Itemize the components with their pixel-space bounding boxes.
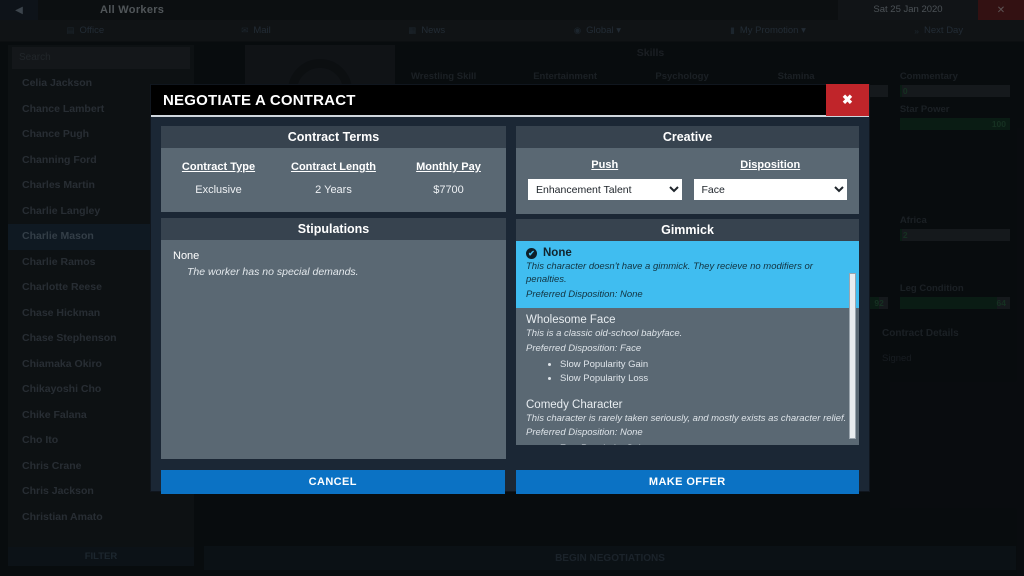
dialog-body: Contract Terms Contract Type Exclusive C… (151, 117, 869, 459)
negotiate-contract-dialog: NEGOTIATE A CONTRACT ✖ Contract Terms Co… (151, 85, 869, 491)
gimmick-scrollbar[interactable] (849, 273, 856, 439)
gimmick-effects: Fast Popularity Gain Capped Popularity N… (560, 442, 849, 445)
gimmick-option-comedy-character[interactable]: Comedy Character This character is rarel… (516, 393, 859, 445)
gimmick-header: Gimmick (516, 219, 859, 241)
disposition-select[interactable]: Face (694, 179, 848, 200)
contract-terms-header: Contract Terms (161, 126, 506, 148)
gimmick-description: This character is rarely taken seriously… (526, 413, 849, 426)
effect-item: Slow Popularity Gain (560, 358, 849, 372)
make-offer-button[interactable]: MAKE OFFER (516, 470, 860, 494)
creative-column: Creative Push Enhancement Talent Disposi… (516, 126, 859, 459)
push-select[interactable]: Enhancement Talent (528, 179, 682, 200)
gimmick-name: None (543, 247, 572, 259)
gimmick-preferred-disposition: Preferred Disposition: None (526, 289, 849, 302)
effect-item: Fast Popularity Gain (560, 442, 849, 445)
stipulations-header: Stipulations (161, 218, 506, 240)
gimmick-description: This character doesn't have a gimmick. T… (526, 261, 849, 287)
effect-item: Slow Popularity Loss (560, 372, 849, 386)
cancel-button[interactable]: CANCEL (161, 470, 505, 494)
contract-type-field[interactable]: Contract Type Exclusive (161, 161, 276, 196)
gimmick-name: Wholesome Face (526, 314, 849, 326)
gimmick-option-none[interactable]: ✔ None This character doesn't have a gim… (516, 241, 859, 308)
disposition-field: Disposition Face (694, 159, 848, 200)
push-field: Push Enhancement Talent (528, 159, 682, 200)
gimmick-option-wholesome-face[interactable]: Wholesome Face This is a classic old-sch… (516, 308, 859, 392)
contract-terms-column: Contract Terms Contract Type Exclusive C… (161, 126, 506, 459)
stipulations-body: None The worker has no special demands. (161, 240, 506, 459)
dialog-title: NEGOTIATE A CONTRACT (151, 92, 826, 109)
contract-terms-body: Contract Type Exclusive Contract Length … (161, 148, 506, 212)
stipulation-title: None (173, 250, 494, 262)
stipulation-description: The worker has no special demands. (173, 266, 494, 278)
monthly-pay-field[interactable]: Monthly Pay $7700 (391, 161, 506, 196)
contract-length-field[interactable]: Contract Length 2 Years (276, 161, 391, 196)
dialog-footer: CANCEL MAKE OFFER (151, 459, 869, 507)
dialog-titlebar: NEGOTIATE A CONTRACT ✖ (151, 85, 869, 117)
gimmick-effects: Slow Popularity Gain Slow Popularity Los… (560, 358, 849, 386)
game-screen: ◀ All Workers Sat 25 Jan 2020 ✕ ▤ Office… (0, 0, 1024, 576)
check-circle-icon: ✔ (526, 248, 537, 259)
gimmick-preferred-disposition: Preferred Disposition: None (526, 427, 849, 440)
creative-header: Creative (516, 126, 859, 148)
gimmick-description: This is a classic old-school babyface. (526, 328, 849, 341)
gimmick-name: Comedy Character (526, 399, 849, 411)
gimmick-preferred-disposition: Preferred Disposition: Face (526, 343, 849, 356)
close-icon[interactable]: ✖ (826, 84, 869, 116)
gimmick-list[interactable]: ✔ None This character doesn't have a gim… (516, 241, 859, 445)
creative-body: Push Enhancement Talent Disposition Face (516, 148, 859, 214)
